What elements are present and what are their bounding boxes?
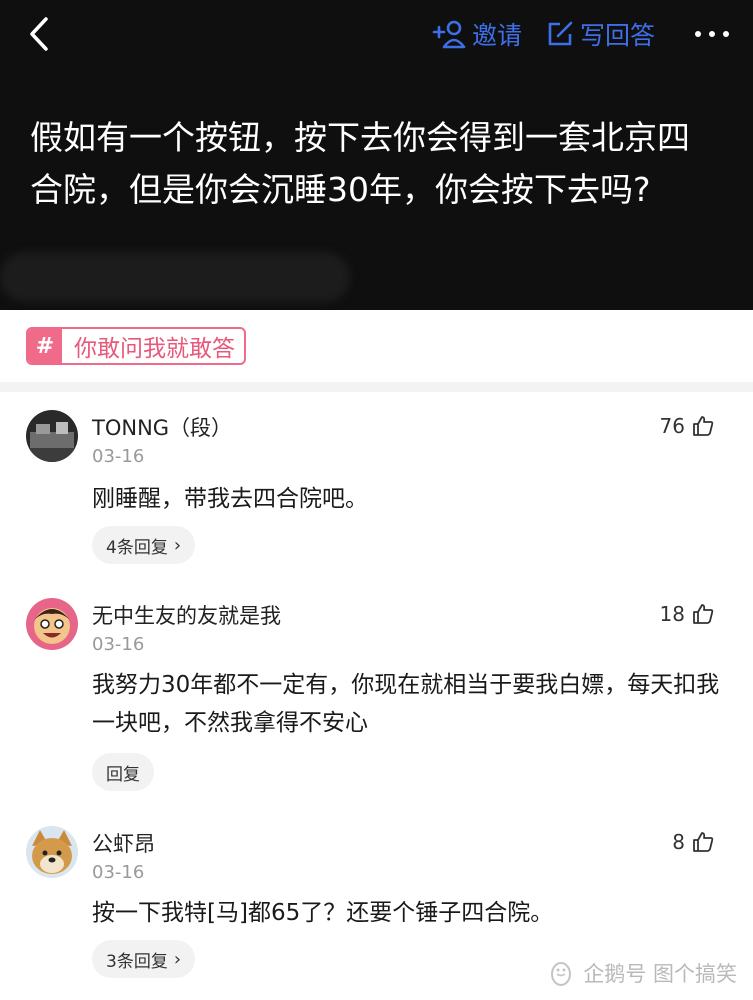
add-user-icon — [432, 20, 466, 49]
replies-button[interactable]: 4条回复 › — [92, 526, 196, 564]
question-header: 邀请 写回答 假如有一个按钮，按下去你会得到一套北京四合院，但是你会沉睡30年，… — [0, 0, 753, 310]
thumbs-up-icon — [693, 604, 714, 624]
more-icon — [695, 31, 729, 37]
reply-label: 回复 — [106, 764, 140, 785]
section-divider — [0, 382, 753, 392]
avatar[interactable] — [26, 598, 78, 650]
comment-date: 03-16 — [92, 634, 145, 655]
avatar-image-icon — [26, 598, 78, 650]
redacted-area — [0, 252, 350, 302]
penguin-logo-icon — [551, 962, 572, 986]
write-answer-button[interactable]: 写回答 — [546, 16, 655, 52]
comment-text: 按一下我特[马]都65了？还要个锤子四合院。 — [92, 900, 554, 926]
thumbs-up-icon — [693, 832, 714, 852]
comment-author[interactable]: 无中生友的友就是我 — [92, 600, 281, 630]
avatar-image-icon — [26, 410, 78, 462]
comment-author[interactable]: 公虾昂 — [92, 828, 155, 858]
chevron-left-icon — [30, 17, 48, 51]
avatar[interactable] — [26, 410, 78, 462]
invite-label: 邀请 — [472, 21, 523, 50]
chevron-right-icon: › — [173, 948, 182, 970]
write-answer-label: 写回答 — [580, 21, 656, 50]
replies-label: 4条回复 — [106, 537, 168, 558]
topic-label: 你敢问我就敢答 — [74, 336, 235, 362]
comment-date: 03-16 — [92, 862, 145, 883]
like-count: 18 — [659, 602, 685, 626]
question-title: 假如有一个按钮，按下去你会得到一套北京四合院，但是你会沉睡30年，你会按下去吗? — [30, 118, 690, 209]
hash-icon: # — [28, 329, 62, 363]
reply-button[interactable]: 回复 — [92, 753, 154, 791]
top-nav-bar: 邀请 写回答 — [0, 0, 753, 70]
back-button[interactable] — [24, 14, 64, 54]
like-button[interactable]: 18 — [660, 602, 715, 626]
comment-text: 刚睡醒，带我去四合院吧。 — [92, 486, 368, 512]
like-button[interactable]: 8 — [672, 830, 715, 854]
watermark-text: 企鹅号 图个搞笑 — [583, 962, 737, 986]
like-count: 76 — [659, 414, 685, 438]
replies-label: 3条回复 — [106, 951, 168, 972]
replies-button[interactable]: 3条回复 › — [92, 940, 196, 978]
like-count: 8 — [672, 830, 685, 854]
topic-tag[interactable]: # 你敢问我就敢答 — [26, 327, 246, 365]
edit-icon — [548, 21, 573, 46]
avatar[interactable] — [26, 826, 78, 878]
avatar-image-icon — [26, 826, 78, 878]
comment-author[interactable]: TONNG（段） — [92, 412, 232, 442]
more-options-button[interactable] — [692, 20, 732, 48]
watermark: 企鹅号 图个搞笑 — [547, 958, 737, 988]
topic-bar: # 你敢问我就敢答 — [0, 310, 753, 382]
thumbs-up-icon — [693, 416, 714, 436]
comment-date: 03-16 — [92, 446, 145, 467]
comment-text: 我努力30年都不一定有，你现在就相当于要我白嫖，每天扣我一块吧，不然我拿得不安心 — [92, 672, 720, 736]
invite-button[interactable]: 邀请 — [432, 16, 522, 52]
chevron-right-icon: › — [173, 534, 182, 556]
like-button[interactable]: 76 — [660, 414, 715, 438]
